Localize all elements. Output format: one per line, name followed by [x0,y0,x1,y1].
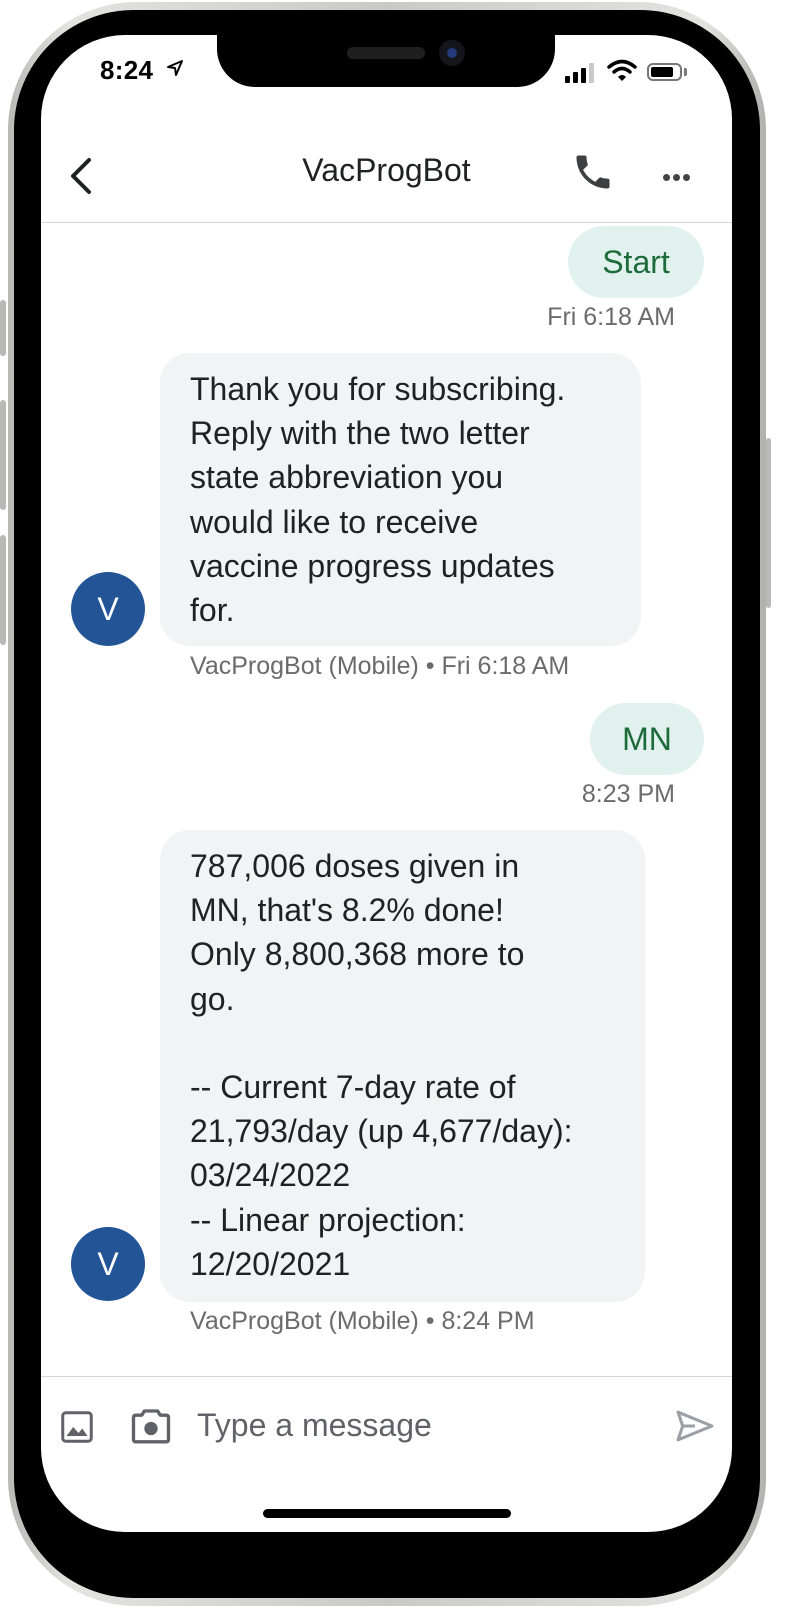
phone-screen: 8:24 VacProgBot Start Fri 6:18 AM V Than… [41,35,732,1532]
image-icon[interactable] [59,1409,95,1445]
camera-icon[interactable] [131,1407,171,1445]
outgoing-message-bubble[interactable]: Start [568,226,704,298]
outgoing-message-bubble[interactable]: MN [590,703,704,775]
volume-up-button [0,400,6,510]
message-input[interactable]: Type a message [197,1407,432,1444]
message-sender-meta: VacProgBot (Mobile) • 8:24 PM [190,1307,535,1335]
power-button [766,438,771,608]
conversation-header: VacProgBot [41,130,732,223]
front-camera [439,40,465,66]
notch [217,35,555,87]
send-icon[interactable] [675,1409,715,1443]
battery-icon [647,63,682,81]
mute-switch [0,300,6,356]
sender-avatar[interactable]: V [71,572,145,646]
status-time: 8:24 [100,55,154,85]
speaker-grille [347,47,425,59]
phone-icon[interactable] [571,150,615,194]
cellular-signal-icon [565,61,599,83]
conversation-title: VacProgBot [302,152,471,188]
sender-avatar[interactable]: V [71,1227,145,1301]
location-arrow-icon [167,60,183,76]
incoming-message-bubble[interactable]: Thank you for subscribing. Reply with th… [160,353,641,646]
message-composer: Type a message [41,1376,732,1473]
home-indicator[interactable] [263,1509,511,1518]
wifi-icon [607,59,637,81]
message-sender-meta: VacProgBot (Mobile) • Fri 6:18 AM [190,652,570,680]
more-horiz-icon[interactable] [663,168,693,186]
battery-tip [684,68,687,76]
incoming-message-bubble[interactable]: 787,006 doses given in MN, that's 8.2% d… [160,830,645,1302]
message-timestamp: 8:23 PM [581,780,675,808]
volume-down-button [0,535,6,645]
message-timestamp: Fri 6:18 AM [547,303,675,331]
